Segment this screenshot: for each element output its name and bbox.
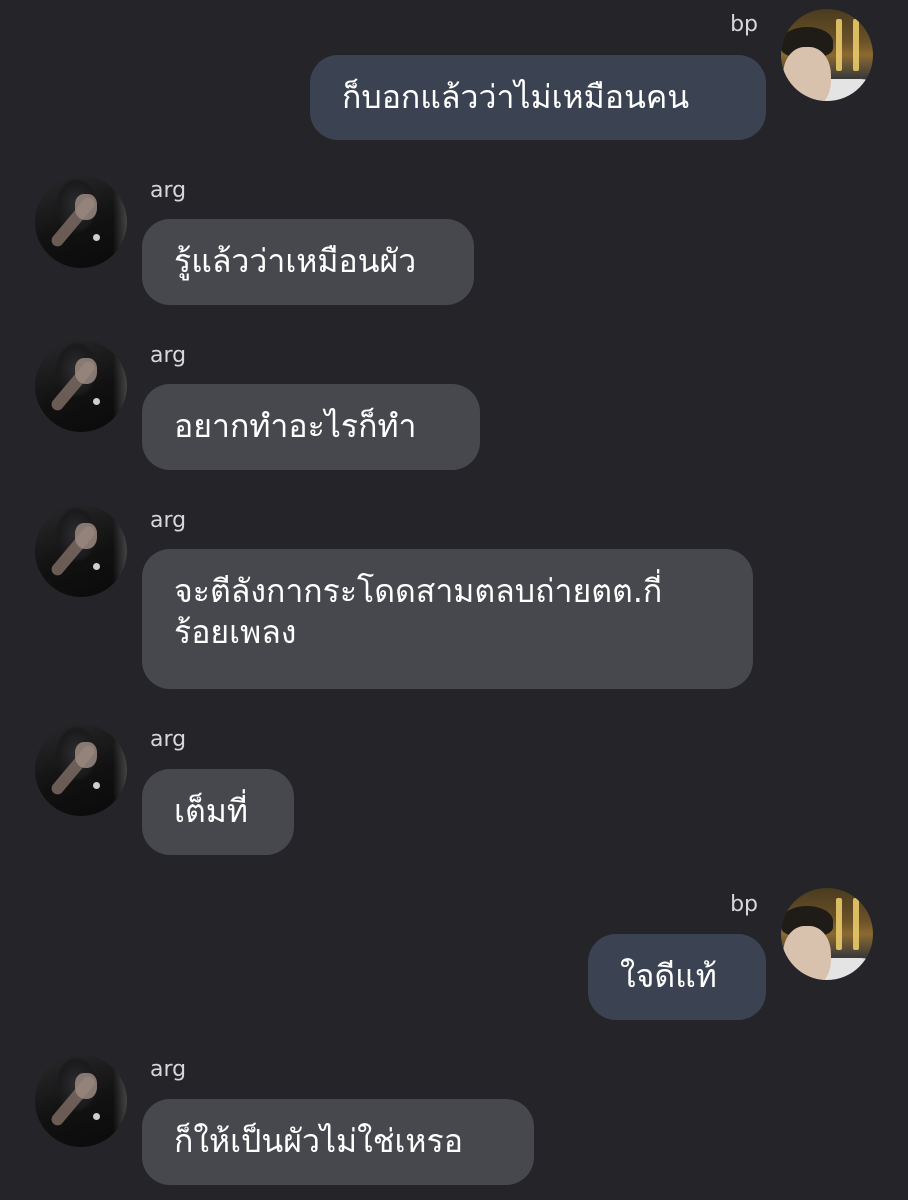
message-bubble[interactable]: ก็ให้เป็นผัวไม่ใช่เหรอ: [142, 1099, 534, 1185]
avatar[interactable]: [35, 724, 127, 816]
message-bubble[interactable]: อยากทำอะไรก็ทำ: [142, 384, 480, 470]
avatar-edge: [113, 1055, 127, 1147]
avatar-logo: [93, 234, 100, 241]
avatar-logo: [93, 782, 100, 789]
message-text: ใจดีแท้: [620, 957, 717, 995]
avatar-edge: [113, 176, 127, 268]
background-light: [836, 19, 842, 71]
avatar-hand: [75, 523, 97, 549]
message-bubble[interactable]: จะตีลังกากระโดดสามตลบถ่ายตต.กี่ ร้อยเพลง: [142, 549, 753, 689]
avatar-edge: [113, 340, 127, 432]
background-light: [853, 19, 859, 71]
avatar-logo: [93, 563, 100, 570]
sender-name: bp: [730, 892, 758, 917]
message-text-line: ร้อยเพลง: [174, 613, 297, 651]
message-text-line: จะตีลังกากระโดดสามตลบถ่ายตต.กี่: [174, 572, 663, 610]
avatar-hand: [75, 742, 97, 768]
avatar-edge: [113, 724, 127, 816]
sender-name: arg: [150, 508, 187, 533]
avatar-edge: [113, 505, 127, 597]
avatar-logo: [93, 1113, 100, 1120]
avatar[interactable]: [35, 505, 127, 597]
avatar[interactable]: [35, 176, 127, 268]
sender-name: arg: [150, 343, 187, 368]
avatar-hand: [75, 194, 97, 220]
avatar[interactable]: [35, 1055, 127, 1147]
avatar[interactable]: [35, 340, 127, 432]
sender-name: arg: [150, 178, 187, 203]
message-bubble[interactable]: ก็บอกแล้วว่าไม่เหมือนคน: [310, 55, 766, 140]
message-text: รู้แล้วว่าเหมือนผัว: [174, 242, 417, 280]
message-text: อยากทำอะไรก็ทำ: [174, 407, 417, 445]
sender-name: arg: [150, 1057, 187, 1082]
message-text: ก็ให้เป็นผัวไม่ใช่เหรอ: [174, 1122, 463, 1160]
message-bubble[interactable]: เต็มที่: [142, 769, 294, 855]
chat-screen: { "messages": [ { "sender": "bp", "direc…: [0, 0, 908, 1200]
message-text: ก็บอกแล้วว่าไม่เหมือนคน: [342, 78, 690, 116]
sender-name: bp: [730, 12, 758, 37]
message-bubble[interactable]: ใจดีแท้: [588, 934, 766, 1020]
avatar-hand: [75, 358, 97, 384]
sender-name: arg: [150, 727, 187, 752]
background-light: [853, 898, 859, 950]
avatar-hand: [75, 1073, 97, 1099]
avatar[interactable]: [781, 9, 873, 101]
avatar-face: [783, 926, 831, 980]
avatar[interactable]: [781, 888, 873, 980]
avatar-logo: [93, 398, 100, 405]
message-bubble[interactable]: รู้แล้วว่าเหมือนผัว: [142, 219, 474, 305]
background-light: [836, 898, 842, 950]
avatar-face: [783, 47, 831, 101]
message-text: เต็มที่: [174, 792, 248, 830]
